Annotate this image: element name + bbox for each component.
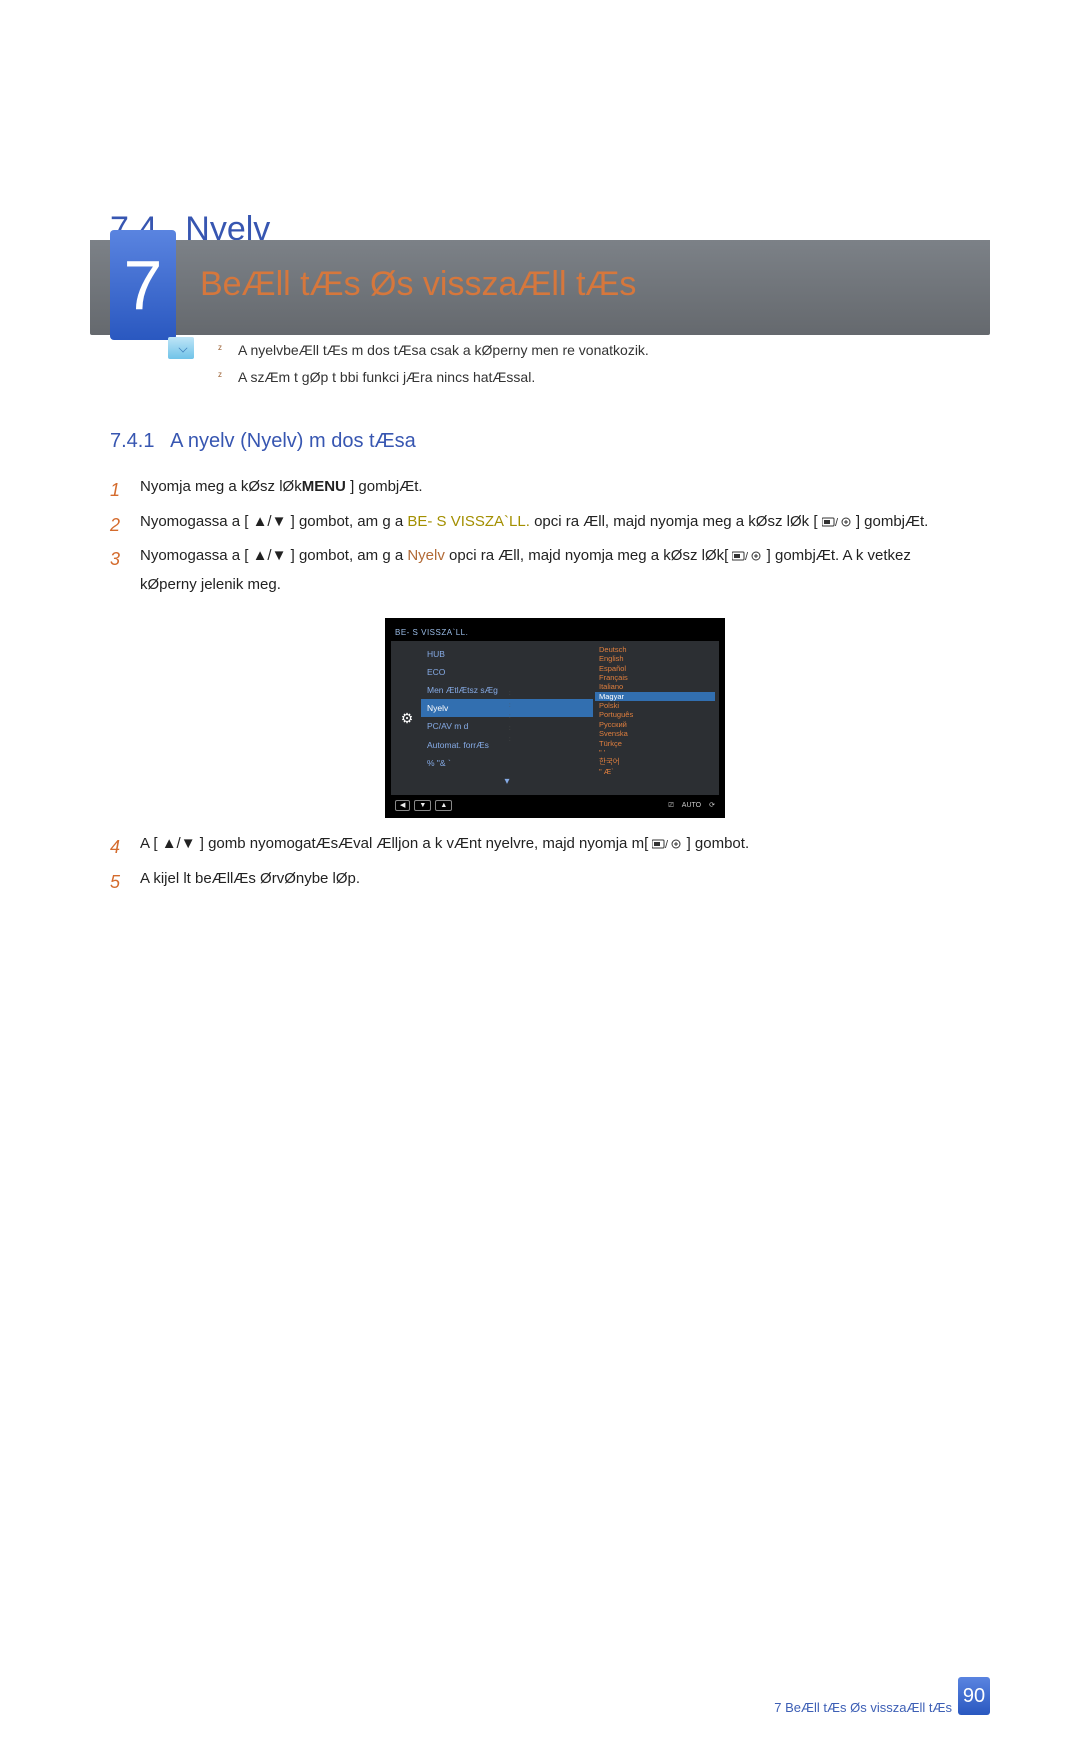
osd-menu-item: HUB	[421, 645, 593, 663]
osd-source-icon: ⎚	[668, 799, 674, 812]
note-list: A nyelvbeÆll tÆs m dos tÆsa csak a kØper…	[218, 337, 649, 390]
note-box: A nyelvbeÆll tÆs m dos tÆsa csak a kØper…	[168, 337, 970, 390]
highlighted-option: Nyelv	[407, 548, 445, 565]
subsection-title: A nyelv (Nyelv) m dos tÆsa	[170, 430, 416, 452]
note-item: A nyelvbeÆll tÆs m dos tÆsa csak a kØper…	[218, 337, 649, 364]
osd-footer: ◀ ▼ ▲ ⎚ AUTO ⟳	[391, 795, 719, 816]
osd-menu-item-selected: Nyelv	[421, 699, 593, 717]
osd-body: ⚙ HUB ECO Men ÆtlÆtsz sÆg Nyelv PC/AV m …	[391, 641, 719, 795]
steps-list: Nyomja meg a kØsz lØkMENU ] gombjÆt. Nyo…	[110, 473, 970, 893]
osd-lang-item: Polski	[595, 701, 715, 710]
up-down-icon: ▲/▼	[162, 830, 196, 859]
menu-label: MENU	[302, 478, 346, 495]
step-5: A kijel lt beÆllÆs ØrvØnybe lØp.	[110, 865, 970, 894]
page-footer: 7 BeÆll tÆs Øs visszaÆll tÆs 90	[774, 1677, 990, 1715]
osd-shell: BE- S VISSZA`LL. ⚙ HUB ECO Men ÆtlÆtsz s…	[385, 618, 725, 818]
note-icon	[168, 337, 194, 359]
source-enter-icon: /	[822, 508, 852, 537]
osd-footer-right: ⎚ AUTO ⟳	[668, 799, 715, 812]
osd-lang-item: 한국어	[595, 757, 715, 766]
svg-text:/: /	[665, 839, 669, 850]
step-4: A [ ▲/▼ ] gomb nyomogatÆsÆval Ælljon a k…	[110, 830, 970, 859]
chapter-title: BeÆll tÆs Øs visszaÆll tÆs	[200, 265, 636, 304]
chevron-down-icon: ▾	[421, 772, 593, 791]
osd-lang-item: Português	[595, 710, 715, 719]
highlighted-option: BE- S VISSZA`LL.	[407, 513, 530, 530]
svg-text:/: /	[745, 551, 749, 562]
gear-icon: ⚙	[395, 705, 419, 732]
svg-text:/: /	[835, 517, 839, 528]
osd-lang-item: Italiano	[595, 682, 715, 691]
chapter-number-tab: 7	[110, 230, 176, 340]
osd-title: BE- S VISSZA`LL.	[391, 624, 719, 641]
step-3: Nyomogassa a [ ▲/▼ ] gombot, am g a Nyel…	[110, 542, 970, 818]
osd-screenshot: BE- S VISSZA`LL. ⚙ HUB ECO Men ÆtlÆtsz s…	[385, 618, 725, 818]
osd-key-down: ▼	[414, 800, 431, 812]
osd-menu-column: HUB ECO Men ÆtlÆtsz sÆg Nyelv PC/AV m d …	[421, 645, 593, 791]
step-1: Nyomja meg a kØsz lØkMENU ] gombjÆt.	[110, 473, 970, 502]
up-down-icon: ▲/▼	[253, 542, 287, 571]
osd-lang-item-selected: Magyar	[595, 692, 715, 701]
subsection-heading: 7.4.1 A nyelv (Nyelv) m dos tÆsa	[110, 430, 970, 453]
osd-lang-item: Русский	[595, 720, 715, 729]
page: 7 BeÆll tÆs Øs visszaÆll tÆs 7.4 Nyelv A…	[0, 210, 1080, 1737]
osd-lang-item: Svenska	[595, 729, 715, 738]
osd-lang-item: " '	[595, 748, 715, 757]
osd-menu-item: % "& `	[421, 754, 593, 772]
osd-auto-label: AUTO	[682, 799, 701, 812]
osd-lang-item: Deutsch	[595, 645, 715, 654]
osd-menu-item: PC/AV m d	[421, 717, 593, 735]
footer-chapter-text: 7 BeÆll tÆs Øs visszaÆll tÆs	[774, 1700, 952, 1715]
osd-lang-item: English	[595, 654, 715, 663]
up-down-icon: ▲/▼	[253, 508, 287, 537]
step-2: Nyomogassa a [ ▲/▼ ] gombot, am g a BE- …	[110, 508, 970, 537]
osd-lang-item: " Æ`	[595, 767, 715, 776]
subsection: 7.4.1 A nyelv (Nyelv) m dos tÆsa Nyomja …	[110, 430, 970, 893]
osd-menu-item: ECO	[421, 663, 593, 681]
source-enter-icon: /	[732, 542, 762, 571]
osd-key-up: ▲	[435, 800, 452, 812]
osd-language-column: Deutsch English Español Français Italian…	[595, 645, 715, 791]
osd-key-left: ◀	[395, 800, 410, 812]
note-item: A szÆm t gØp t bbi funkci jÆra nincs hat…	[218, 364, 649, 391]
chapter-number: 7	[124, 245, 163, 325]
osd-menu-item: Men ÆtlÆtsz sÆg	[421, 681, 593, 699]
osd-power-icon: ⟳	[709, 799, 715, 812]
osd-menu-item: Automat. forrÆs	[421, 736, 593, 754]
page-number-badge: 90	[958, 1677, 990, 1715]
osd-separator-dots: :::::	[509, 645, 511, 791]
osd-lang-item: Español	[595, 664, 715, 673]
subsection-number: 7.4.1	[110, 430, 154, 452]
osd-lang-item: Türkçe	[595, 739, 715, 748]
osd-lang-item: Français	[595, 673, 715, 682]
source-enter-icon: /	[652, 830, 682, 859]
